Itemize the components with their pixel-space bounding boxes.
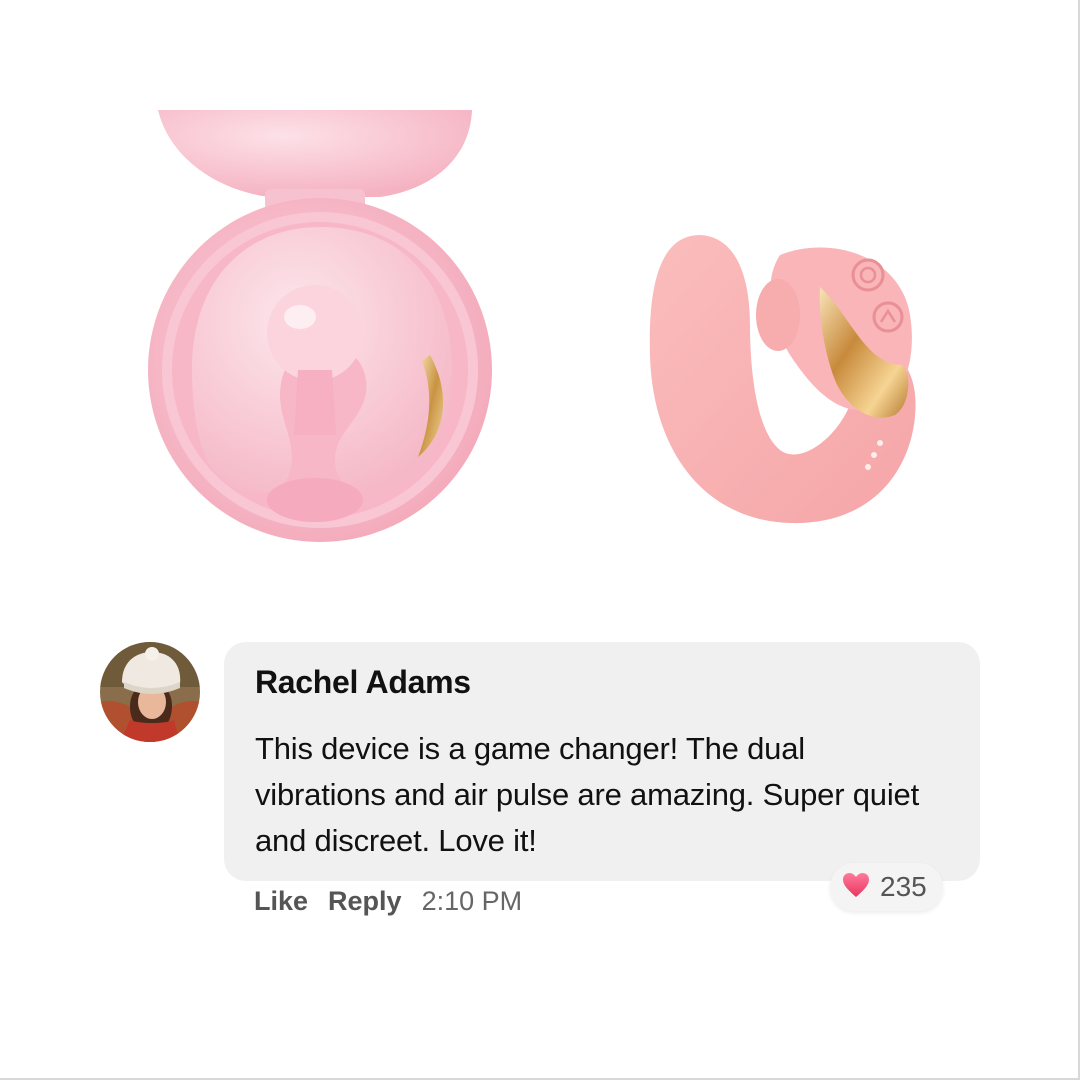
product-image-case <box>100 105 500 545</box>
heart-icon <box>842 872 870 903</box>
reaction-badge[interactable]: 235 <box>830 863 943 911</box>
comment-author[interactable]: Rachel Adams <box>255 664 471 701</box>
comment-text: This device is a game changer! The dual … <box>255 731 919 858</box>
comment-timestamp: 2:10 PM <box>421 886 523 916</box>
comment-bubble: Rachel Adams This device is a game chang… <box>224 642 980 881</box>
comment-actions: Like Reply 2:10 PM <box>254 886 522 917</box>
post-frame: Rachel Adams This device is a game chang… <box>0 0 1080 1080</box>
avatar[interactable] <box>100 642 200 742</box>
reply-button[interactable]: Reply <box>328 886 402 917</box>
reaction-count: 235 <box>880 871 927 902</box>
like-button[interactable]: Like <box>254 886 308 917</box>
product-image-device <box>630 215 930 535</box>
